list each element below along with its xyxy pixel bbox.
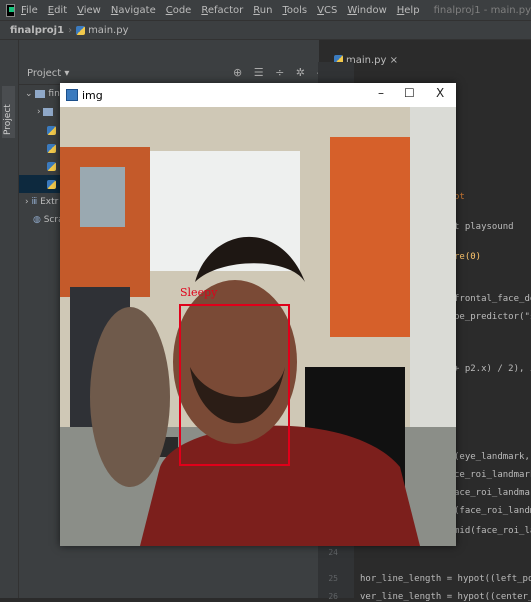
folder-icon xyxy=(35,90,46,98)
folder-icon xyxy=(43,108,54,116)
code-line: (eye_landmark, f xyxy=(454,452,531,462)
menu-window[interactable]: Window xyxy=(347,5,386,16)
webcam-frame: Sleepy xyxy=(60,107,456,546)
project-view-dropdown[interactable]: Project ▾ xyxy=(27,68,69,79)
python-file-icon xyxy=(47,161,56,171)
code-line: pe_predictor("s xyxy=(454,312,531,322)
line-number: 26 xyxy=(328,592,338,601)
code-line: re(0) xyxy=(454,252,482,262)
code-line: (face_roi_landma xyxy=(454,506,531,516)
menu-help[interactable]: Help xyxy=(397,5,420,16)
pycharm-app-icon[interactable] xyxy=(6,3,15,17)
image-window-title: img xyxy=(82,88,103,102)
code-line: ce_roi_landmark xyxy=(454,470,531,480)
left-tool-strip: Project xyxy=(0,40,19,598)
code-line: ace_roi_landmark xyxy=(454,488,531,498)
detection-label: Sleepy xyxy=(180,286,218,299)
face-detection-box xyxy=(179,304,290,466)
project-tool-label[interactable]: Project xyxy=(3,104,13,135)
python-file-icon xyxy=(47,143,56,153)
menu-vcs[interactable]: VCS xyxy=(317,5,337,16)
menu-view[interactable]: View xyxy=(77,5,101,16)
menu-bar: File Edit View Navigate Code Refactor Ru… xyxy=(0,0,531,21)
image-window-titlebar[interactable]: img – ☐ X xyxy=(60,83,456,107)
menu-refactor[interactable]: Refactor xyxy=(201,5,243,16)
breadcrumb-project[interactable]: finalproj1 xyxy=(10,25,64,36)
code-line: + p2.x) / 2), i xyxy=(454,364,531,374)
menu-run[interactable]: Run xyxy=(253,5,272,16)
chevron-down-icon[interactable]: ⌄ xyxy=(25,89,35,99)
line-number: 24 xyxy=(328,548,338,557)
tree-item-label: Extr xyxy=(40,197,59,207)
project-panel-header: Project ▾ ⊕ ☰ ÷ ✲ — xyxy=(19,62,361,85)
maximize-button[interactable]: ☐ xyxy=(404,86,415,100)
close-button[interactable]: X xyxy=(436,86,444,100)
menu-tools[interactable]: Tools xyxy=(282,5,307,16)
menu-edit[interactable]: Edit xyxy=(48,5,67,16)
breadcrumb-separator: › xyxy=(68,24,73,36)
python-file-icon xyxy=(47,125,56,135)
image-preview-window[interactable]: img – ☐ X Sleepy xyxy=(60,83,456,546)
breadcrumb: finalproj1 › main.py xyxy=(0,21,531,40)
window-title: finalproj1 - main.py xyxy=(433,4,531,16)
code-line: hor_line_length = hypot((left_po xyxy=(360,574,531,584)
python-file-icon xyxy=(47,179,56,189)
code-line: frontal_face_det xyxy=(454,294,531,304)
scratch-icon: ◍ xyxy=(33,215,44,225)
library-icon: ⅲ xyxy=(31,197,41,207)
line-number: 25 xyxy=(328,574,338,583)
window-app-icon xyxy=(66,89,78,101)
ide-window: File Edit View Navigate Code Refactor Ru… xyxy=(0,0,531,602)
menu-file[interactable]: File xyxy=(21,5,38,16)
python-file-icon xyxy=(76,25,86,35)
minimize-button[interactable]: – xyxy=(378,86,384,100)
menu-navigate[interactable]: Navigate xyxy=(111,5,156,16)
panel-tool-icons[interactable]: ⊕ ☰ ÷ ✲ — xyxy=(233,66,332,79)
menu-code[interactable]: Code xyxy=(166,5,192,16)
breadcrumb-file[interactable]: main.py xyxy=(88,25,128,36)
code-line: t playsound xyxy=(454,222,514,232)
code-line: mid(face_roi_lan xyxy=(454,526,531,536)
code-line: ver_line_length = hypot((center_ xyxy=(360,592,531,602)
